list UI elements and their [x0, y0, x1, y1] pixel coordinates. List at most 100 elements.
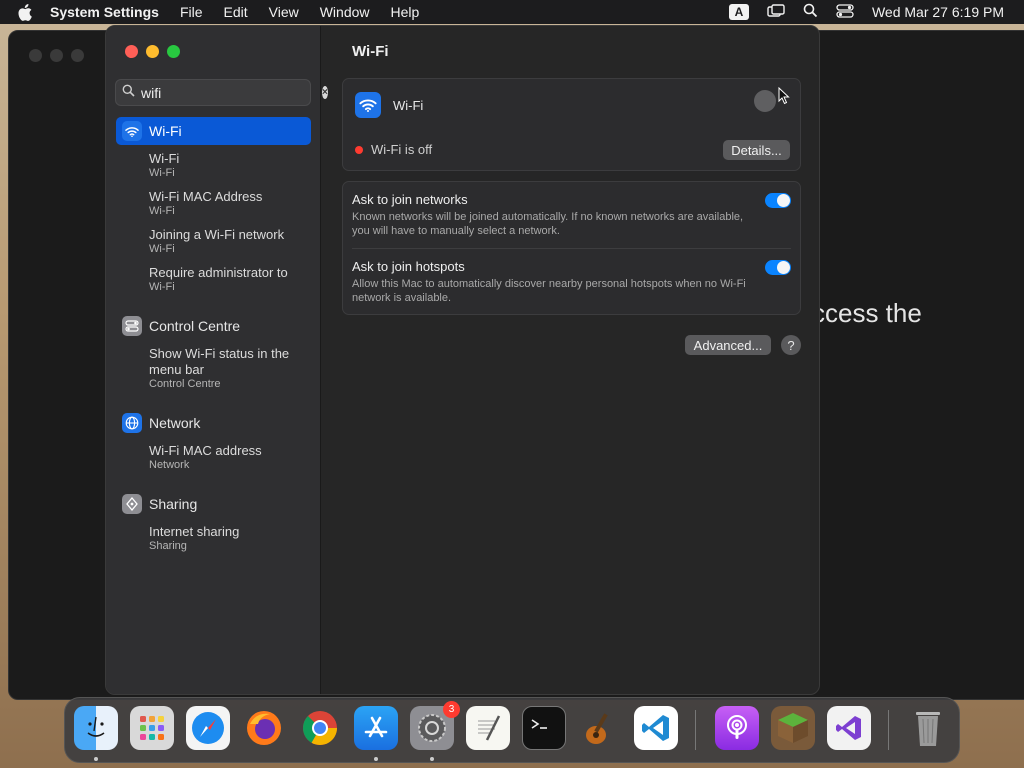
control-centre-menu-icon[interactable] — [836, 3, 854, 21]
running-indicator — [430, 757, 434, 761]
wifi-toggle-row: Wi-Fi — [355, 92, 423, 118]
ask-join-hotspots-toggle[interactable] — [765, 260, 791, 275]
dock-separator — [695, 710, 696, 750]
wifi-toggle[interactable] — [754, 90, 776, 112]
divider — [352, 248, 791, 249]
option-title: Ask to join networks — [352, 192, 468, 207]
settings-content: Wi-Fi Wi-Fi Wi-Fi is off Details... Ask … — [322, 26, 819, 694]
sidebar: × Wi-Fi Wi-Fi Wi-Fi Wi-Fi MAC Address Wi… — [106, 26, 328, 694]
system-settings-icon[interactable]: 3 — [410, 701, 460, 750]
sidebar-item-label: Sharing — [149, 496, 198, 512]
sidebar-result-show-wifi-status[interactable]: Show Wi-Fi status in the menu bar Contro… — [149, 346, 314, 391]
vscode-icon[interactable] — [634, 706, 678, 750]
control-centre-icon — [122, 316, 142, 336]
notification-badge: 3 — [443, 701, 460, 718]
sidebar-item-control-centre[interactable]: Control Centre — [116, 312, 311, 340]
option-title: Ask to join hotspots — [352, 259, 465, 274]
wifi-icon — [122, 121, 142, 141]
app-menu[interactable]: System Settings — [50, 4, 159, 20]
result-source: Wi-Fi — [149, 167, 175, 179]
result-source: Wi-Fi — [149, 243, 175, 255]
globe-icon — [122, 413, 142, 433]
podcasts-icon[interactable] — [715, 706, 759, 750]
result-title: Wi-Fi MAC Address — [149, 189, 263, 204]
sidebar-item-wifi[interactable]: Wi-Fi — [116, 117, 311, 145]
result-title: Joining a Wi-Fi network — [149, 227, 285, 242]
visual-studio-icon[interactable] — [827, 706, 871, 750]
result-source: Wi-Fi — [149, 205, 175, 217]
result-source: Sharing — [149, 540, 187, 552]
window-controls — [125, 45, 180, 58]
mouse-pointer-icon — [778, 86, 790, 110]
running-indicator — [94, 757, 98, 761]
running-indicator — [374, 757, 378, 761]
terminal-icon[interactable] — [522, 706, 566, 750]
sidebar-item-label: Control Centre — [149, 318, 241, 334]
sidebar-item-network[interactable]: Network — [116, 409, 311, 437]
dock-separator — [888, 710, 889, 750]
sidebar-item-label: Wi-Fi — [149, 123, 182, 139]
sidebar-result-wifi[interactable]: Wi-Fi Wi-Fi — [149, 151, 314, 180]
sidebar-result-network-mac[interactable]: Wi-Fi MAC address Network — [149, 443, 314, 472]
ask-join-networks-option: Ask to join networks Known networks will… — [352, 192, 752, 238]
ask-join-hotspots-option: Ask to join hotspots Allow this Mac to a… — [352, 259, 752, 305]
zoom-window-button[interactable] — [167, 45, 180, 58]
menubar-clock[interactable]: Wed Mar 27 6:19 PM — [872, 4, 1004, 20]
sidebar-result-joining-network[interactable]: Joining a Wi-Fi network Wi-Fi — [149, 227, 314, 256]
ask-join-networks-toggle[interactable] — [765, 193, 791, 208]
result-source: Control Centre — [149, 378, 221, 390]
close-window-button[interactable] — [125, 45, 138, 58]
result-title: Internet sharing — [149, 524, 240, 539]
sharing-icon — [122, 494, 142, 514]
view-menu[interactable]: View — [269, 4, 299, 20]
textedit-icon[interactable] — [466, 706, 510, 750]
sidebar-result-require-admin[interactable]: Require administrator to Wi-Fi — [149, 265, 314, 294]
garageband-icon[interactable] — [578, 706, 622, 750]
window-menu[interactable]: Window — [320, 4, 370, 20]
wifi-label: Wi-Fi — [393, 97, 424, 113]
chrome-icon[interactable] — [298, 706, 342, 750]
search-input[interactable] — [141, 84, 322, 101]
system-settings-window: × Wi-Fi Wi-Fi Wi-Fi Wi-Fi MAC Address Wi… — [105, 25, 820, 695]
advanced-button[interactable]: Advanced... — [685, 335, 771, 355]
minimize-window-button[interactable] — [146, 45, 159, 58]
spotlight-search-icon[interactable] — [803, 3, 818, 21]
help-button[interactable]: ? — [781, 335, 801, 355]
finder-icon[interactable] — [74, 706, 118, 750]
result-title: Wi-Fi — [149, 151, 180, 166]
apple-menu-icon[interactable] — [18, 3, 36, 21]
join-options-card: Ask to join networks Known networks will… — [342, 181, 801, 315]
input-source-icon[interactable]: A — [728, 4, 749, 20]
result-title: Show Wi-Fi status in the menu bar — [149, 346, 290, 377]
minecraft-icon[interactable] — [771, 706, 815, 750]
wifi-status: Wi-Fi is off — [355, 142, 432, 157]
option-description: Known networks will be joined automatica… — [352, 211, 744, 237]
edit-menu[interactable]: Edit — [224, 4, 248, 20]
file-menu[interactable]: File — [180, 4, 203, 20]
sidebar-item-label: Network — [149, 415, 201, 431]
result-source: Wi-Fi — [149, 281, 175, 293]
result-title: Wi-Fi MAC address — [149, 443, 262, 458]
launchpad-icon[interactable] — [130, 706, 174, 750]
sidebar-result-wifi-mac-address[interactable]: Wi-Fi MAC Address Wi-Fi — [149, 189, 314, 218]
sidebar-item-sharing[interactable]: Sharing — [116, 490, 311, 518]
background-window-traffic-lights — [29, 49, 84, 62]
result-title: Require administrator to — [149, 265, 288, 280]
page-title: Wi-Fi — [352, 43, 389, 60]
wifi-status-text: Wi-Fi is off — [371, 142, 433, 157]
search-field[interactable]: × — [115, 79, 328, 106]
app-store-icon[interactable] — [354, 706, 398, 750]
result-source: Network — [149, 459, 190, 471]
trash-icon[interactable] — [906, 706, 950, 750]
help-menu[interactable]: Help — [391, 4, 420, 20]
dock: 3 — [64, 697, 960, 763]
wifi-card: Wi-Fi Wi-Fi is off Details... — [342, 78, 801, 171]
sidebar-result-internet-sharing[interactable]: Internet sharing Sharing — [149, 524, 314, 553]
details-button[interactable]: Details... — [723, 140, 790, 160]
background-window-text: ccess the — [812, 298, 922, 328]
screen-mirroring-icon[interactable] — [767, 3, 785, 21]
menu-bar: System Settings File Edit View Window He… — [0, 0, 1024, 24]
status-off-dot — [355, 145, 363, 154]
safari-icon[interactable] — [186, 706, 230, 750]
firefox-icon[interactable] — [242, 706, 286, 750]
